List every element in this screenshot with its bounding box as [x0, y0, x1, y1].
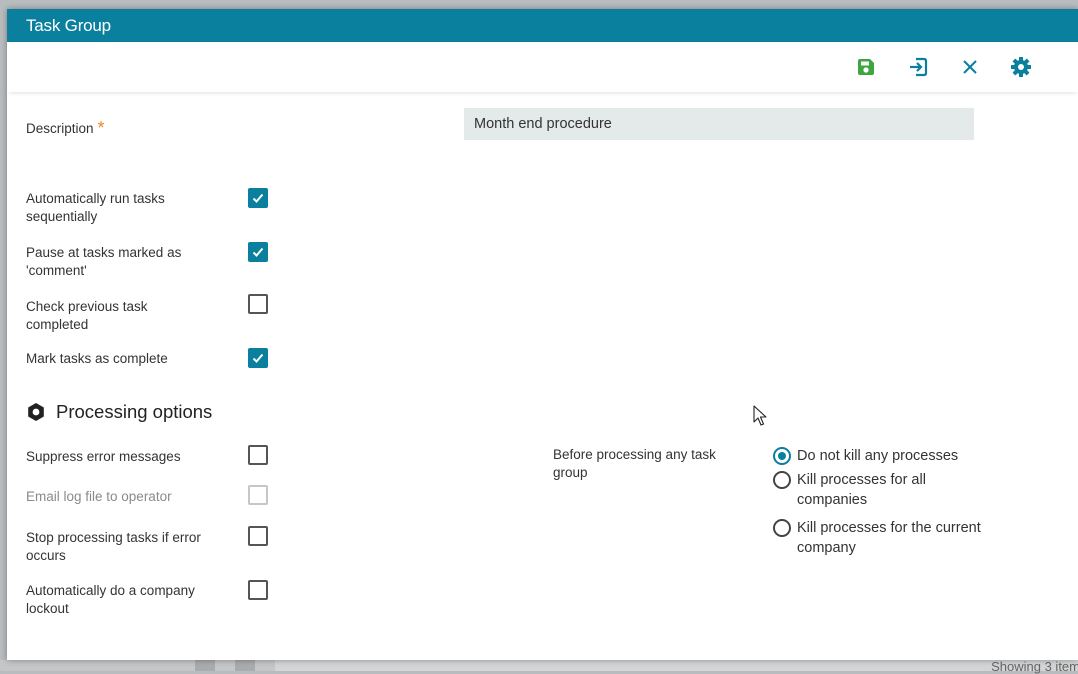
background-block — [275, 660, 1078, 671]
close-button[interactable] — [957, 54, 983, 80]
required-marker: * — [97, 118, 105, 138]
suppress-errors-checkbox[interactable] — [248, 445, 268, 465]
background-grid: Showing 3 item — [0, 659, 1078, 674]
checkmark-icon — [252, 247, 264, 257]
radio-button[interactable] — [773, 519, 791, 537]
radio-kill-all-companies[interactable]: Kill processes for all companies — [773, 470, 957, 510]
option-label: Suppress error messages — [26, 449, 181, 464]
radio-label: Kill processes for all companies — [797, 472, 926, 508]
processing-options-header: Processing options — [26, 401, 212, 423]
radio-label: Do not kill any processes — [797, 448, 959, 464]
checkmark-icon — [252, 193, 264, 203]
mouse-cursor-icon — [753, 405, 767, 426]
stop-on-error-checkbox[interactable] — [248, 526, 268, 546]
option-label: Mark tasks as complete — [26, 351, 168, 366]
option-label: Email log file to operator — [26, 489, 172, 504]
radio-label: Kill processes for the current company — [797, 520, 981, 556]
email-log-checkbox — [248, 485, 268, 505]
dialog-title: Task Group — [26, 16, 111, 35]
title-bar: Task Group — [7, 9, 1078, 42]
settings-button[interactable] — [1008, 54, 1034, 80]
description-input[interactable] — [464, 108, 974, 140]
before-processing-label: Before processing any task group — [553, 447, 716, 480]
run-sequentially-checkbox[interactable] — [248, 188, 268, 208]
option-label: Stop processing tasks if error occurs — [26, 530, 201, 563]
gear-icon — [1011, 57, 1031, 77]
background-block — [195, 660, 215, 671]
check-previous-task-checkbox[interactable] — [248, 294, 268, 314]
mark-complete-checkbox[interactable] — [248, 348, 268, 368]
option-label: Automatically run tasks sequentially — [26, 191, 165, 224]
description-label-text: Description — [26, 121, 94, 136]
radio-button[interactable] — [773, 447, 791, 465]
save-button[interactable] — [853, 54, 879, 80]
exit-icon — [910, 57, 928, 77]
option-label: Check previous task completed — [26, 299, 148, 332]
radio-button[interactable] — [773, 471, 791, 489]
description-label: Description * — [26, 118, 105, 138]
save-icon — [858, 59, 874, 75]
pause-comment-checkbox[interactable] — [248, 242, 268, 262]
gear-icon — [28, 403, 44, 421]
radio-kill-current-company[interactable]: Kill processes for the current company — [773, 518, 1017, 558]
close-icon — [963, 60, 977, 74]
option-label: Automatically do a company lockout — [26, 583, 195, 616]
task-group-dialog: Task Group Description * Month end proce… — [7, 9, 1078, 660]
radio-no-kill[interactable]: Do not kill any processes — [773, 446, 1017, 466]
background-block — [235, 660, 255, 671]
toolbar — [7, 42, 1078, 92]
exit-button[interactable] — [905, 54, 931, 80]
background-status-text: Showing 3 item — [991, 659, 1078, 674]
section-title: Processing options — [56, 401, 213, 422]
checkmark-icon — [252, 353, 264, 363]
option-label: Pause at tasks marked as 'comment' — [26, 245, 182, 278]
company-lockout-checkbox[interactable] — [248, 580, 268, 600]
